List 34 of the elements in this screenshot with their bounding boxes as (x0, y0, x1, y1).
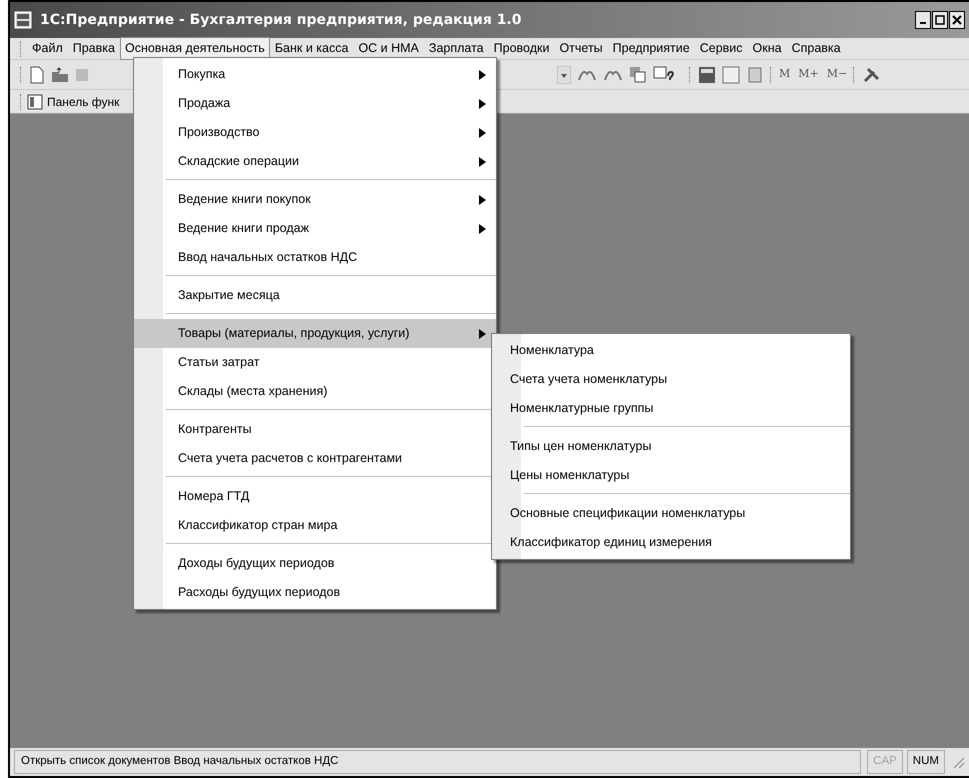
menu-item[interactable]: Типы цен номенклатуры (492, 432, 850, 461)
status-indicator: NUM (906, 750, 945, 774)
menu-item[interactable]: Счета учета номенклатуры (492, 365, 850, 394)
menu-item[interactable]: Сервис (694, 37, 748, 60)
function-panel-button[interactable]: Панель функ (47, 92, 120, 110)
menu-item[interactable]: Продажа (134, 89, 496, 118)
menu-item[interactable]: Окна (748, 37, 787, 60)
menu-item[interactable]: Файл (27, 37, 68, 60)
menu-item[interactable]: ОС и НМА (353, 37, 424, 60)
menu-item[interactable]: Закрытие месяца (134, 281, 496, 310)
memory-button[interactable]: M− (826, 66, 848, 83)
status-indicator: CAP (867, 750, 903, 774)
menu-item[interactable]: Производство (134, 118, 496, 147)
menu-item[interactable]: Ведение книги покупок (134, 185, 496, 214)
menu-item[interactable]: Банк и касса (270, 37, 354, 60)
memory-button[interactable]: M+ (798, 66, 819, 83)
menu-item[interactable]: Предприятие (608, 37, 695, 60)
menu-item[interactable]: Ввод начальных остатков НДС (134, 243, 496, 272)
menu-item[interactable]: Основные спецификации номенклатуры (492, 499, 850, 528)
menu-item[interactable]: Покупка (134, 60, 496, 89)
menu-item[interactable]: Ведение книги продаж (134, 214, 496, 243)
menu-item[interactable]: Правка (68, 37, 120, 60)
menu-item[interactable]: Цены номенклатуры (492, 461, 850, 490)
menu-item[interactable]: Проводки (488, 37, 554, 60)
menu-item[interactable]: Расходы будущих периодов (134, 578, 496, 607)
menu-item[interactable]: Справка (786, 37, 846, 60)
menu-item[interactable]: Отчеты (554, 37, 608, 60)
memory-button[interactable]: M (779, 66, 790, 83)
status-text: Открыть список документов Ввод начальных остатков НДС (14, 750, 862, 774)
menu-item[interactable]: Зарплата (424, 37, 489, 60)
menu-item[interactable]: Складские операции (134, 147, 496, 176)
menu-item[interactable]: Номенклатурные группы (492, 394, 850, 423)
window-title: 1С:Предприятие - Бухгалтерия предприятия, редакция 1.0 (40, 10, 522, 30)
menu-item[interactable]: Товары (материалы, продукция, услуги) (134, 319, 496, 348)
